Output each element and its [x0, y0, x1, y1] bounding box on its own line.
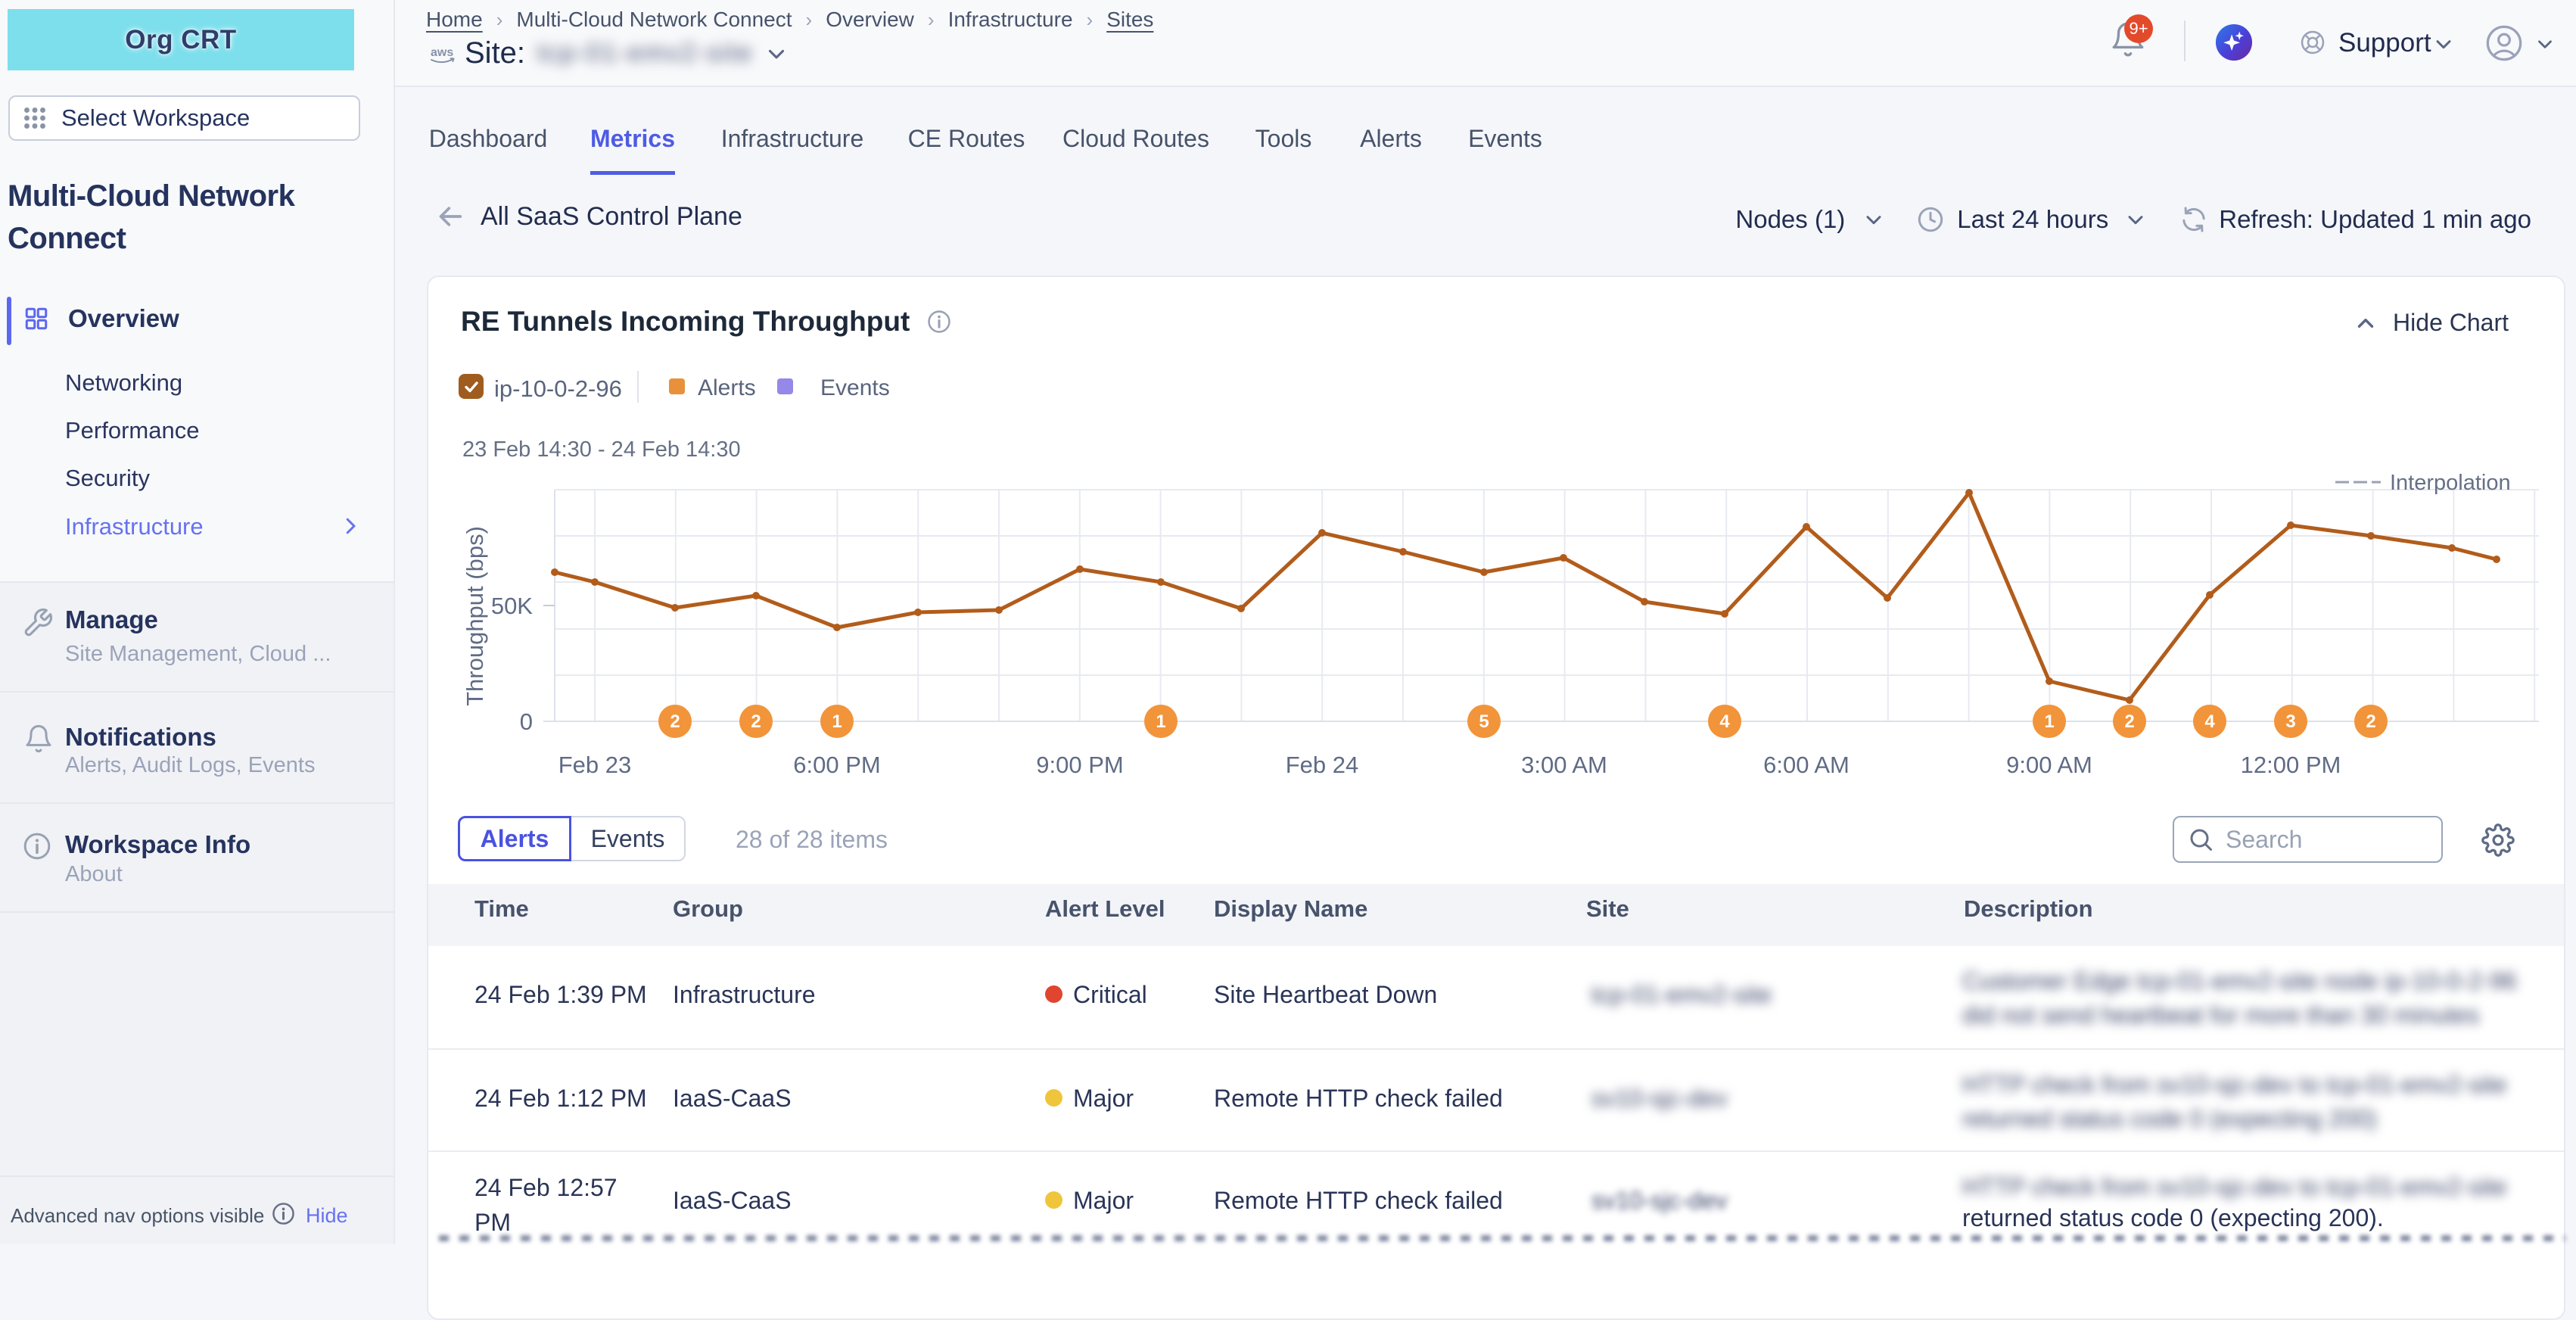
svg-text:6:00 AM: 6:00 AM	[1763, 752, 1850, 778]
svg-text:4: 4	[1719, 711, 1730, 732]
svg-text:5: 5	[1479, 711, 1489, 732]
svg-text:0: 0	[520, 708, 533, 735]
svg-text:1: 1	[832, 711, 842, 732]
svg-text:1: 1	[1156, 711, 1165, 732]
svg-text:1: 1	[2044, 711, 2054, 732]
svg-text:4: 4	[2204, 711, 2215, 732]
svg-text:12:00 PM: 12:00 PM	[2241, 752, 2341, 778]
svg-text:Feb 23: Feb 23	[558, 752, 632, 778]
svg-text:6:00 PM: 6:00 PM	[793, 752, 880, 778]
svg-text:Feb 24: Feb 24	[1286, 752, 1359, 778]
svg-text:2: 2	[2366, 711, 2375, 732]
svg-text:3: 3	[2285, 711, 2295, 732]
svg-text:2: 2	[751, 711, 761, 732]
svg-text:9:00 PM: 9:00 PM	[1036, 752, 1123, 778]
svg-text:Throughput (bps): Throughput (bps)	[462, 526, 488, 706]
svg-text:Interpolation: Interpolation	[2390, 471, 2511, 495]
svg-text:2: 2	[670, 711, 680, 732]
svg-text:2: 2	[2124, 711, 2134, 732]
svg-text:9:00 AM: 9:00 AM	[2006, 752, 2092, 778]
svg-text:3:00 AM: 3:00 AM	[1521, 752, 1607, 778]
svg-text:50K: 50K	[491, 593, 533, 619]
